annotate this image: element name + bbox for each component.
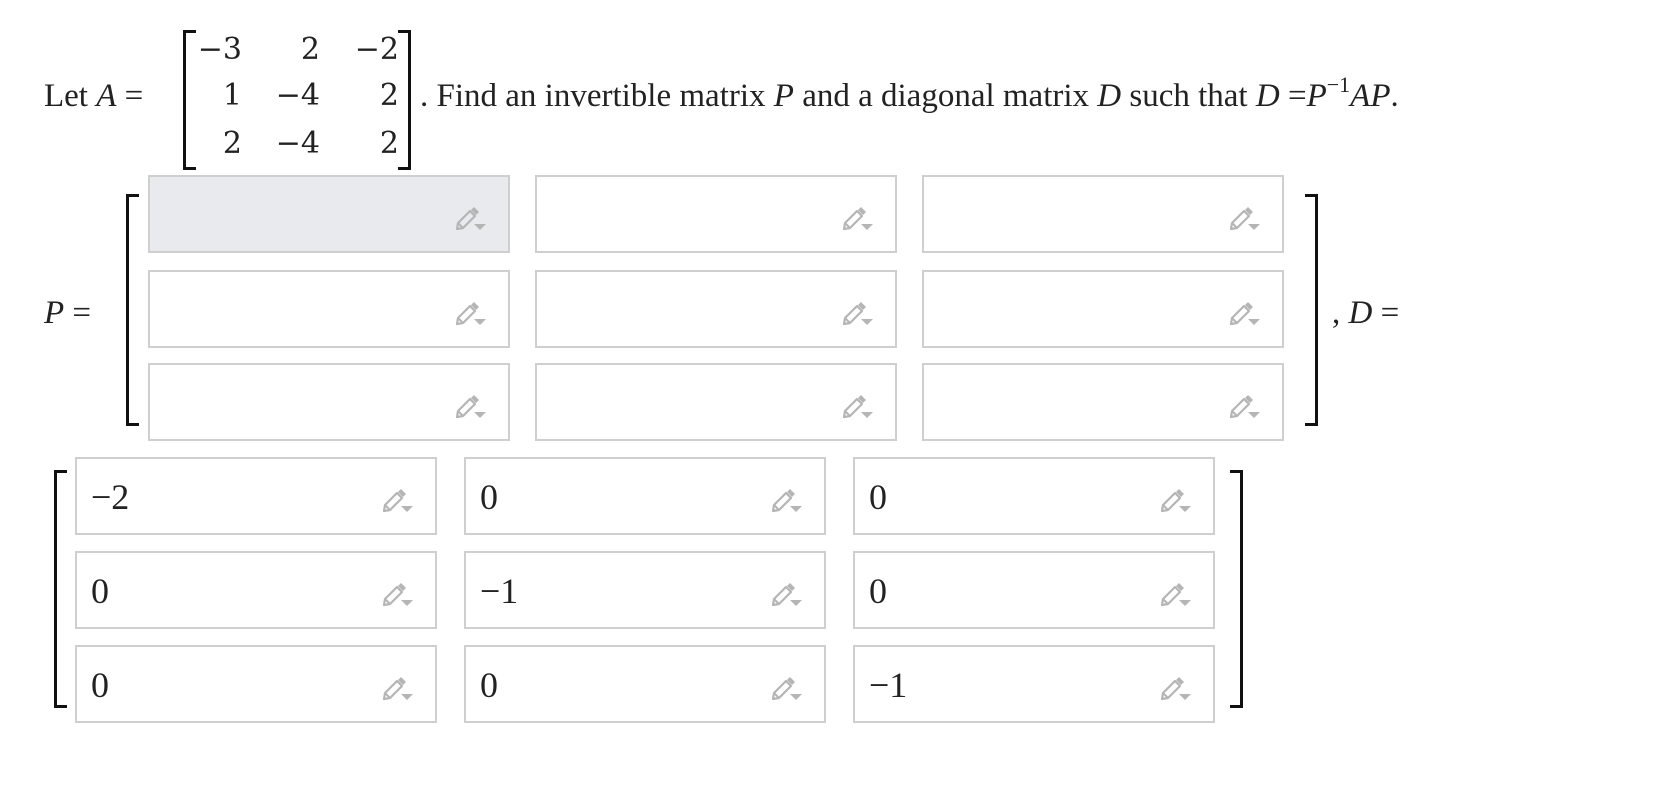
matrix-d-input-r1c1[interactable]: −2 xyxy=(75,457,437,535)
pencil-dropdown-icon[interactable] xyxy=(1226,389,1262,421)
matrix-p-input-r3c2[interactable] xyxy=(535,363,897,441)
equals-sign: = xyxy=(1380,295,1400,331)
var-d: D xyxy=(1097,78,1122,114)
pencil-dropdown-icon[interactable] xyxy=(452,201,488,233)
matrix-a-cell: 1 xyxy=(222,78,242,113)
text-segment: . Find an invertible matrix xyxy=(420,78,766,114)
matrix-d-input-r2c1[interactable]: 0 xyxy=(75,551,437,629)
pencil-dropdown-icon[interactable] xyxy=(1157,483,1193,515)
matrix-a-cell: −4 xyxy=(275,78,320,113)
matrix-p-input-r1c3[interactable] xyxy=(922,175,1284,253)
pencil-dropdown-icon[interactable] xyxy=(1226,201,1262,233)
matrix-a-cell: −2 xyxy=(354,32,399,67)
var-p: P xyxy=(44,295,65,331)
matrix-a-cell: 2 xyxy=(379,78,399,113)
matrix-p-input-r2c2[interactable] xyxy=(535,270,897,348)
pencil-dropdown-icon[interactable] xyxy=(1157,577,1193,609)
matrix-d-right-bracket xyxy=(1230,470,1243,708)
matrix-d-input-value: 0 xyxy=(480,665,498,705)
matrix-a: −3 2 −2 1 −4 2 2 −4 2 xyxy=(183,30,411,170)
matrix-d-input-value: 0 xyxy=(91,665,109,705)
pencil-dropdown-icon[interactable] xyxy=(839,389,875,421)
matrix-a-cell: −3 xyxy=(197,32,242,67)
pencil-dropdown-icon[interactable] xyxy=(768,671,804,703)
pencil-dropdown-icon[interactable] xyxy=(379,483,415,515)
pencil-dropdown-icon[interactable] xyxy=(1226,296,1262,328)
matrix-p-input-r3c1[interactable] xyxy=(148,363,510,441)
equals-sign: = xyxy=(72,295,92,331)
matrix-p-input-r3c3[interactable] xyxy=(922,363,1284,441)
equals-sign: = xyxy=(124,78,144,114)
pencil-dropdown-icon[interactable] xyxy=(379,577,415,609)
matrix-p-input-r2c3[interactable] xyxy=(922,270,1284,348)
pencil-dropdown-icon[interactable] xyxy=(379,671,415,703)
matrix-d-label: , D = xyxy=(1332,293,1399,333)
pencil-dropdown-icon[interactable] xyxy=(768,483,804,515)
text-segment: and a diagonal matrix xyxy=(802,78,1090,114)
intro-text: Let xyxy=(44,78,88,114)
pencil-dropdown-icon[interactable] xyxy=(452,389,488,421)
question-text: . Find an invertible matrix P and a diag… xyxy=(420,74,1399,116)
matrix-a-right-bracket xyxy=(398,30,411,170)
question-prefix: Let A = xyxy=(44,76,143,116)
matrix-d-input-r3c3[interactable]: −1 xyxy=(853,645,1215,723)
matrix-d-input-value: −1 xyxy=(480,571,519,611)
matrix-d-input-r3c1[interactable]: 0 xyxy=(75,645,437,723)
matrix-p-input-r2c1[interactable] xyxy=(148,270,510,348)
matrix-p-input-r1c1[interactable] xyxy=(148,175,510,253)
matrix-p-left-bracket xyxy=(126,194,139,426)
equals-sign: = xyxy=(1287,78,1307,114)
var-a: A xyxy=(96,78,117,114)
matrix-a-cell: 2 xyxy=(222,126,242,161)
var-d: D xyxy=(1348,295,1373,331)
pencil-dropdown-icon[interactable] xyxy=(839,296,875,328)
matrix-d-input-r2c3[interactable]: 0 xyxy=(853,551,1215,629)
pencil-dropdown-icon[interactable] xyxy=(768,577,804,609)
matrix-d-input-value: −1 xyxy=(869,665,908,705)
text-segment: such that xyxy=(1129,78,1248,114)
matrix-d-input-value: 0 xyxy=(869,477,887,517)
matrix-d-input-r3c2[interactable]: 0 xyxy=(464,645,826,723)
matrix-a-cell: 2 xyxy=(300,32,320,67)
matrix-a-cell: 2 xyxy=(379,126,399,161)
equation-p: P xyxy=(1306,78,1327,114)
comma: , xyxy=(1332,295,1341,331)
equation-lhs: D xyxy=(1255,78,1280,114)
matrix-p-input-r1c2[interactable] xyxy=(535,175,897,253)
matrix-d-input-r1c3[interactable]: 0 xyxy=(853,457,1215,535)
matrix-d-input-value: 0 xyxy=(869,571,887,611)
matrix-d-input-r1c2[interactable]: 0 xyxy=(464,457,826,535)
matrix-p-right-bracket xyxy=(1305,194,1318,426)
pencil-dropdown-icon[interactable] xyxy=(1157,671,1193,703)
matrix-d-input-value: −2 xyxy=(91,477,130,517)
matrix-d-left-bracket xyxy=(54,470,67,708)
matrix-d-input-value: 0 xyxy=(91,571,109,611)
matrix-p-label: P = xyxy=(44,293,91,333)
pencil-dropdown-icon[interactable] xyxy=(839,201,875,233)
equation-ap: AP xyxy=(1350,78,1391,114)
matrix-d-input-value: 0 xyxy=(480,477,498,517)
var-p: P xyxy=(773,78,794,114)
period: . xyxy=(1390,78,1399,114)
pencil-dropdown-icon[interactable] xyxy=(452,296,488,328)
matrix-a-cell: −4 xyxy=(275,126,320,161)
inverse-exponent: −1 xyxy=(1326,72,1351,97)
matrix-d-input-r2c2[interactable]: −1 xyxy=(464,551,826,629)
